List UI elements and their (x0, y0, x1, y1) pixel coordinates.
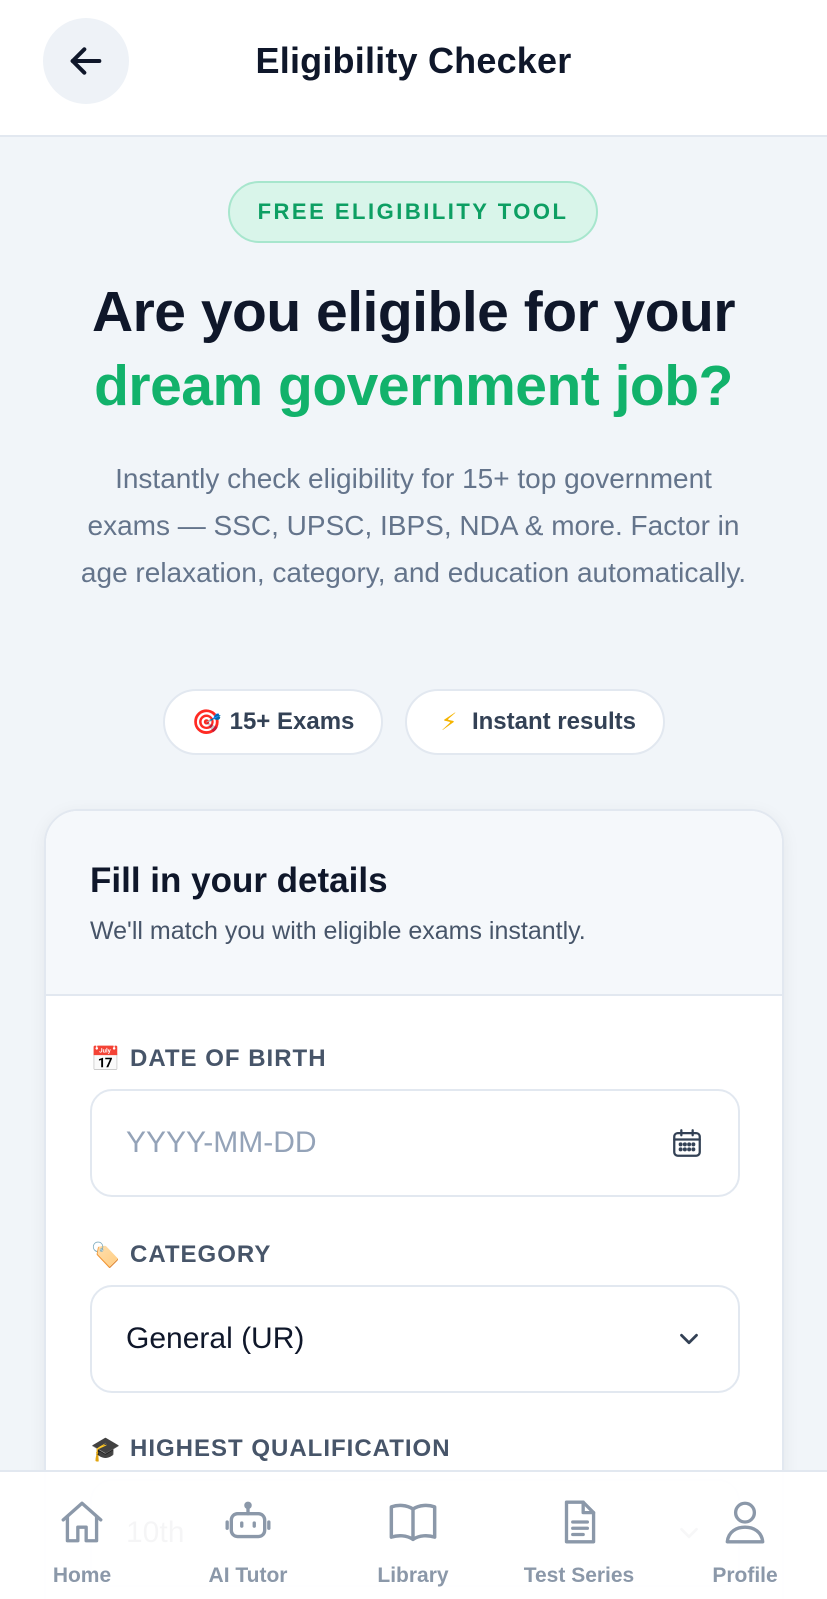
dob-label-text: DATE OF BIRTH (130, 1045, 327, 1072)
nav-label-test-series: Test Series (523, 1564, 635, 1587)
feature-chips: 🎯 15+ Exams ⚡ Instant results (0, 689, 827, 755)
chip-label: 15+ Exams (229, 708, 355, 735)
home-icon (54, 1494, 110, 1550)
hero-title: Are you eligible for your dream governme… (0, 275, 827, 423)
lightning-icon: ⚡ (440, 708, 458, 736)
target-icon: 🎯 (191, 708, 222, 736)
nav-item-test-series[interactable]: Test Series (504, 1472, 654, 1599)
chip-instant-results: ⚡ Instant results (405, 689, 665, 755)
nav-label-library: Library (377, 1564, 449, 1587)
chip-exams-count: 🎯 15+ Exams (163, 689, 383, 755)
nav-label-ai-tutor: AI Tutor (208, 1564, 288, 1587)
free-tool-badge: FREE ELIGIBILITY TOOL (228, 181, 598, 243)
qualification-label-text: HIGHEST QUALIFICATION (130, 1435, 451, 1462)
calendar-emoji-icon: 📅 (90, 1045, 122, 1073)
dob-label: 📅 DATE OF BIRTH (90, 1043, 327, 1075)
user-icon (717, 1494, 773, 1550)
qualification-label: 🎓 HIGHEST QUALIFICATION (90, 1433, 451, 1465)
hero-title-line1: Are you eligible for your (91, 280, 736, 344)
form-card-header: Fill in your details We'll match you wit… (46, 811, 782, 996)
nav-item-home[interactable]: Home (7, 1472, 157, 1599)
dob-input[interactable]: YYYY-MM-DD (90, 1089, 740, 1197)
category-select[interactable]: General (UR) (90, 1285, 740, 1393)
calendar-icon[interactable] (670, 1126, 704, 1160)
category-value: General (UR) (126, 1322, 305, 1355)
nav-item-profile[interactable]: Profile (670, 1472, 820, 1599)
hero-title-line2: dream government job? (94, 354, 733, 418)
category-label: 🏷️ CATEGORY (90, 1239, 271, 1271)
robot-icon (220, 1494, 276, 1550)
nav-item-library[interactable]: Library (338, 1472, 488, 1599)
graduation-cap-icon: 🎓 (90, 1435, 122, 1463)
chevron-down-icon (680, 1333, 698, 1345)
dob-placeholder: YYYY-MM-DD (126, 1126, 317, 1159)
hero-description: Instantly check eligibility for 15+ top … (80, 463, 747, 588)
nav-item-ai-tutor[interactable]: AI Tutor (173, 1472, 323, 1599)
form-subtitle: We'll match you with eligible exams inst… (90, 917, 586, 945)
bottom-nav: Home AI Tutor Library Test Series Profil… (0, 1470, 827, 1599)
app-header: Eligibility Checker (0, 0, 827, 137)
page-title: Eligibility Checker (255, 40, 572, 81)
nav-label-home: Home (52, 1564, 112, 1587)
tag-icon: 🏷️ (90, 1241, 122, 1269)
book-icon (385, 1494, 441, 1550)
document-icon (551, 1494, 607, 1550)
chip-label: Instant results (471, 708, 637, 735)
category-label-text: CATEGORY (130, 1241, 272, 1268)
nav-label-profile: Profile (712, 1564, 778, 1587)
form-title: Fill in your details (90, 861, 388, 900)
